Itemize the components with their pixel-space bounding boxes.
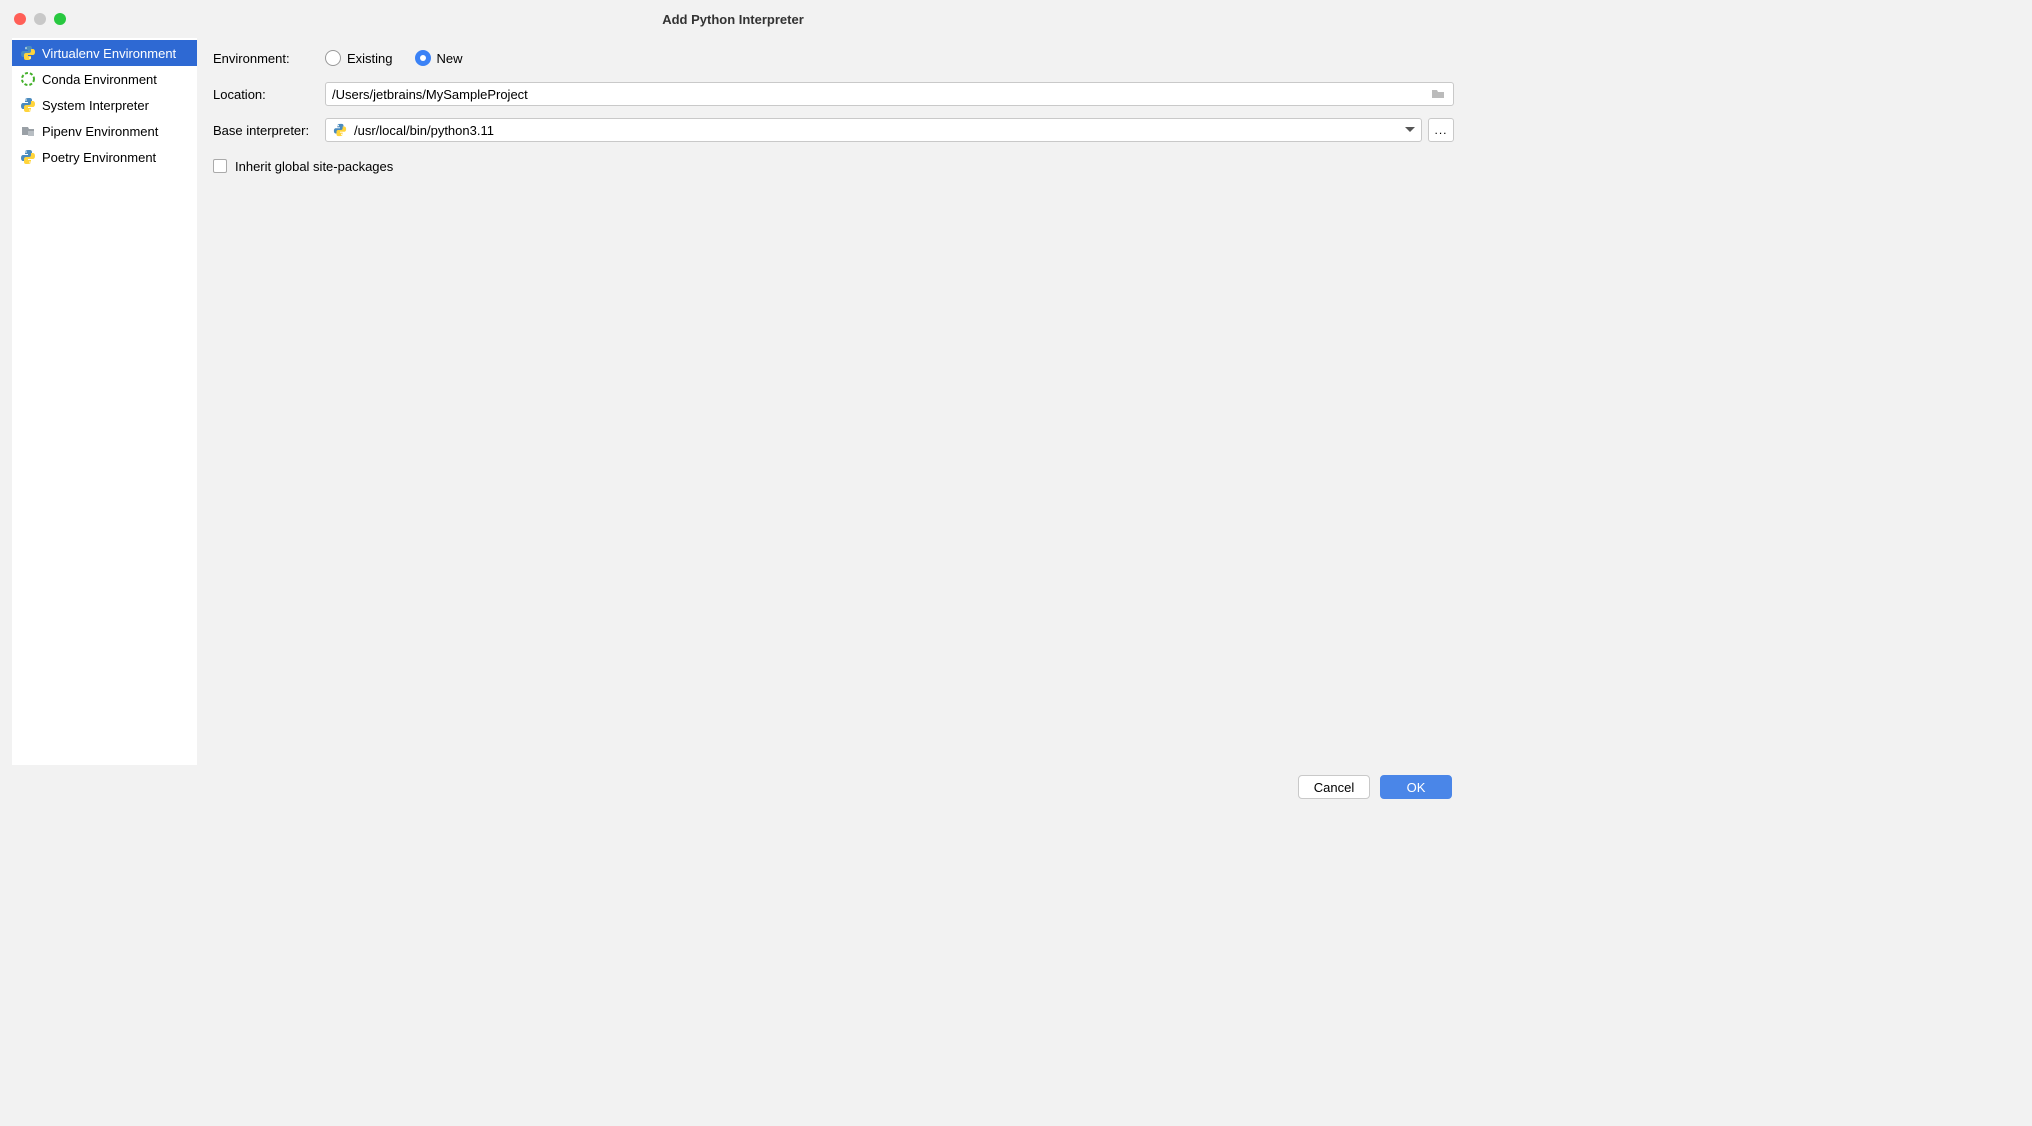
pipenv-icon [20,123,36,139]
base-interpreter-row: Base interpreter: /usr/local/bin/python3… [213,118,1454,142]
sidebar-item-conda[interactable]: Conda Environment [12,66,197,92]
checkbox-label: Inherit global site-packages [235,159,393,174]
interpreter-type-sidebar: Virtualenv Environment Conda Environment… [12,38,197,765]
environment-radio-group: Existing New [325,50,463,66]
radio-new[interactable]: New [415,50,463,66]
close-window-button[interactable] [14,13,26,25]
radio-existing[interactable]: Existing [325,50,393,66]
dialog-footer: Cancel OK [0,765,1466,813]
radio-label: New [437,51,463,66]
environment-label: Environment: [213,51,325,66]
python-icon [20,45,36,61]
location-row: Location: [213,82,1454,106]
sidebar-item-label: Pipenv Environment [42,124,158,139]
dialog-window: Add Python Interpreter Virtualenv Enviro… [0,0,1466,813]
base-interpreter-value: /usr/local/bin/python3.11 [354,123,1399,138]
python-icon [20,97,36,113]
inherit-checkbox[interactable]: Inherit global site-packages [213,159,393,174]
sidebar-item-pipenv[interactable]: Pipenv Environment [12,118,197,144]
traffic-lights [14,13,66,25]
sidebar-item-poetry[interactable]: Poetry Environment [12,144,197,170]
ok-button[interactable]: OK [1380,775,1452,799]
python-icon [332,122,348,138]
location-label: Location: [213,87,325,102]
inherit-row: Inherit global site-packages [213,154,1454,178]
folder-browse-icon[interactable] [1429,85,1447,103]
environment-row: Environment: Existing New [213,46,1454,70]
sidebar-item-label: Conda Environment [42,72,157,87]
base-interpreter-label: Base interpreter: [213,123,325,138]
chevron-down-icon [1405,127,1415,133]
python-icon [20,149,36,165]
location-input[interactable] [332,87,1429,102]
conda-icon [20,71,36,87]
browse-interpreter-button[interactable]: ... [1428,118,1454,142]
minimize-window-button[interactable] [34,13,46,25]
titlebar: Add Python Interpreter [0,0,1466,38]
sidebar-item-label: Poetry Environment [42,150,156,165]
window-title: Add Python Interpreter [662,12,804,27]
radio-icon [415,50,431,66]
radio-icon [325,50,341,66]
radio-label: Existing [347,51,393,66]
sidebar-item-virtualenv[interactable]: Virtualenv Environment [12,40,197,66]
dialog-body: Virtualenv Environment Conda Environment… [0,38,1466,813]
maximize-window-button[interactable] [54,13,66,25]
location-input-wrap [325,82,1454,106]
cancel-button[interactable]: Cancel [1298,775,1370,799]
base-interpreter-combobox[interactable]: /usr/local/bin/python3.11 [325,118,1422,142]
checkbox-icon [213,159,227,173]
form-panel: Environment: Existing New Location: [197,38,1454,765]
sidebar-item-label: Virtualenv Environment [42,46,176,61]
sidebar-item-system[interactable]: System Interpreter [12,92,197,118]
sidebar-item-label: System Interpreter [42,98,149,113]
content-area: Virtualenv Environment Conda Environment… [0,38,1466,765]
